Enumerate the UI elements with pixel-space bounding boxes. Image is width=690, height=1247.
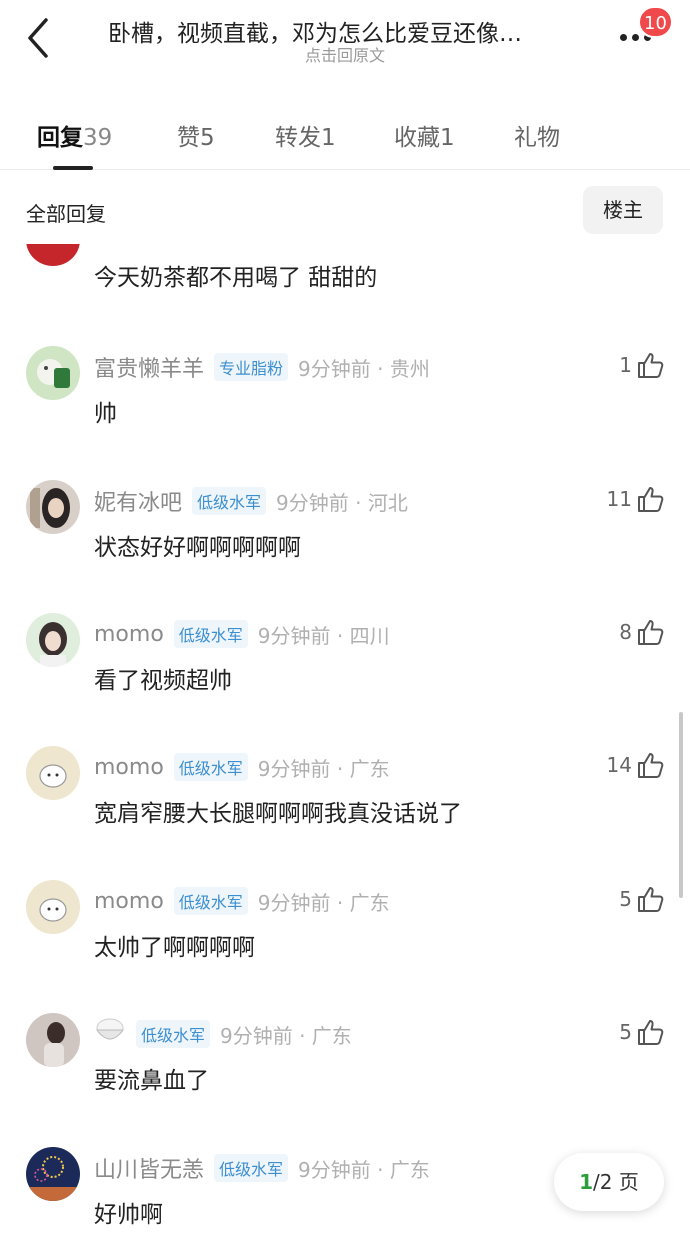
comment-meta: 山川皆无恙 低级水军 9分钟前 · 广东 [94, 1153, 430, 1183]
like-count: 5 [619, 887, 632, 911]
fan-tag[interactable]: 低级水军 [192, 487, 267, 515]
tab-likes-label: 赞 [177, 125, 200, 151]
comment-item: 富贵懒羊羊 专业脂粉 9分钟前 · 贵州 1 帅 [0, 346, 690, 466]
back-to-original-link[interactable]: 点击回原文 [0, 42, 690, 66]
tab-favorites-label: 收藏 [394, 125, 440, 151]
comment-item: 妮有冰吧 低级水军 9分钟前 · 河北 11 状态好好啊啊啊啊啊 [0, 480, 690, 600]
comment-item: momo 低级水军 9分钟前 · 广东 5 太帅了啊啊啊啊 [0, 880, 690, 1000]
rice-bowl-icon [96, 1018, 124, 1040]
comment-text: 宽肩窄腰大长腿啊啊啊我真没话说了 [94, 801, 462, 827]
like-button[interactable]: 1 [619, 348, 666, 382]
green-cartoon-avatar[interactable] [26, 346, 80, 400]
comment-item: momo 低级水军 9分钟前 · 广东 14 宽肩窄腰大长腿啊啊啊我真没话说了 [0, 746, 690, 866]
girl-photo-avatar[interactable] [26, 480, 80, 534]
comment-meta: momo 低级水军 9分钟前 · 广东 [94, 886, 390, 916]
comment-item-partial: 今天奶茶都不用喝了 甜甜的 [0, 214, 690, 294]
fireworks-avatar[interactable] [26, 1147, 80, 1201]
comment-time-location: 9分钟前 · 广东 [298, 1157, 430, 1182]
tab-gifts[interactable]: 礼物 [514, 118, 560, 152]
thumbs-up-icon [638, 353, 664, 378]
tab-gifts-label: 礼物 [514, 125, 560, 151]
thumbs-up-icon [638, 887, 664, 912]
tab-replies-label: 回复 [37, 125, 83, 151]
like-count: 14 [606, 753, 632, 777]
username[interactable]: 山川皆无恙 [94, 1152, 204, 1184]
comment-time-location: 9分钟前 · 贵州 [298, 356, 430, 381]
comment-meta: momo 低级水军 9分钟前 · 四川 [94, 619, 390, 649]
comment-time-location: 9分钟前 · 河北 [276, 490, 408, 515]
comment-time-location: 9分钟前 · 广东 [257, 756, 390, 781]
scrollbar[interactable] [679, 712, 683, 898]
tab-favorites-count: 1 [440, 125, 455, 151]
fan-tag[interactable]: 低级水军 [214, 1154, 289, 1182]
username[interactable]: 富贵懒羊羊 [94, 351, 204, 383]
page-indicator[interactable]: 1/2 页 [554, 1153, 664, 1211]
comment-text: 今天奶茶都不用喝了 甜甜的 [94, 265, 378, 291]
comment-time-location: 9分钟前 · 广东 [220, 1023, 352, 1048]
active-tab-indicator [53, 166, 93, 170]
username[interactable]: momo [94, 755, 164, 780]
comment-text: 帅 [94, 401, 117, 427]
like-button[interactable]: 5 [619, 1015, 666, 1049]
like-button[interactable]: 5 [619, 882, 666, 916]
thumbs-up-icon [638, 487, 664, 512]
thumbs-up-icon [638, 620, 664, 645]
like-count: 5 [619, 1020, 632, 1044]
comment-text: 要流鼻血了 [94, 1068, 209, 1094]
tab-favorites[interactable]: 收藏1 [394, 118, 455, 152]
username[interactable]: 妮有冰吧 [94, 485, 182, 517]
comment-text: 状态好好啊啊啊啊啊 [94, 535, 301, 561]
thumbs-up-icon [638, 753, 664, 778]
comment-item: 低级水军 9分钟前 · 广东 5 要流鼻血了 [0, 1013, 690, 1133]
cartoon-cat-avatar[interactable] [26, 880, 80, 934]
comment-meta: 富贵懒羊羊 专业脂粉 9分钟前 · 贵州 [94, 352, 430, 382]
fan-tag[interactable]: 低级水军 [136, 1020, 211, 1048]
comment-meta: 妮有冰吧 低级水军 9分钟前 · 河北 [94, 486, 408, 516]
person-photo-avatar[interactable] [26, 1013, 80, 1067]
like-button[interactable]: 14 [607, 748, 666, 782]
like-count: 11 [606, 487, 632, 511]
red-avatar[interactable] [26, 244, 80, 266]
tab-bar: 回复39 赞5 转发1 收藏1 礼物 [0, 106, 690, 170]
username[interactable]: momo [94, 622, 164, 647]
tab-likes[interactable]: 赞5 [177, 118, 215, 152]
tab-reposts[interactable]: 转发1 [275, 118, 336, 152]
current-page: 1 [579, 1170, 594, 1194]
like-count: 8 [619, 620, 632, 644]
fan-tag[interactable]: 低级水军 [173, 887, 248, 915]
notification-badge: 10 [638, 6, 673, 38]
total-pages: /2 页 [593, 1170, 639, 1194]
like-button[interactable]: 8 [619, 615, 666, 649]
username-icon[interactable] [94, 1016, 126, 1052]
tab-replies[interactable]: 回复39 [37, 118, 112, 152]
more-options-button[interactable]: 10 [614, 6, 673, 58]
username[interactable]: momo [94, 889, 164, 914]
girl-green-avatar[interactable] [26, 613, 80, 667]
thumbs-up-icon [638, 1020, 664, 1045]
tab-reposts-count: 1 [321, 125, 336, 151]
comment-time-location: 9分钟前 · 广东 [257, 890, 390, 915]
fan-tag[interactable]: 专业脂粉 [214, 353, 289, 381]
top-bar: 卧槽，视频直截，邓为怎么比爱豆还像… 点击回原文 10 [0, 0, 690, 80]
comment-meta: 低级水军 9分钟前 · 广东 [94, 1016, 352, 1052]
comment-item: momo 低级水军 9分钟前 · 四川 8 看了视频超帅 [0, 613, 690, 733]
tab-likes-count: 5 [200, 125, 215, 151]
cartoon-cat-avatar[interactable] [26, 746, 80, 800]
comment-text: 看了视频超帅 [94, 668, 232, 694]
fan-tag[interactable]: 低级水军 [173, 620, 248, 648]
comment-text: 太帅了啊啊啊啊 [94, 935, 255, 961]
comment-text: 好帅啊 [94, 1202, 163, 1228]
comment-meta: momo 低级水军 9分钟前 · 广东 [94, 752, 390, 782]
fan-tag[interactable]: 低级水军 [173, 753, 248, 781]
tab-reposts-label: 转发 [275, 125, 321, 151]
like-count: 1 [619, 353, 632, 377]
comment-time-location: 9分钟前 · 四川 [257, 623, 390, 648]
like-button[interactable]: 11 [607, 482, 666, 516]
tab-replies-count: 39 [83, 125, 113, 151]
